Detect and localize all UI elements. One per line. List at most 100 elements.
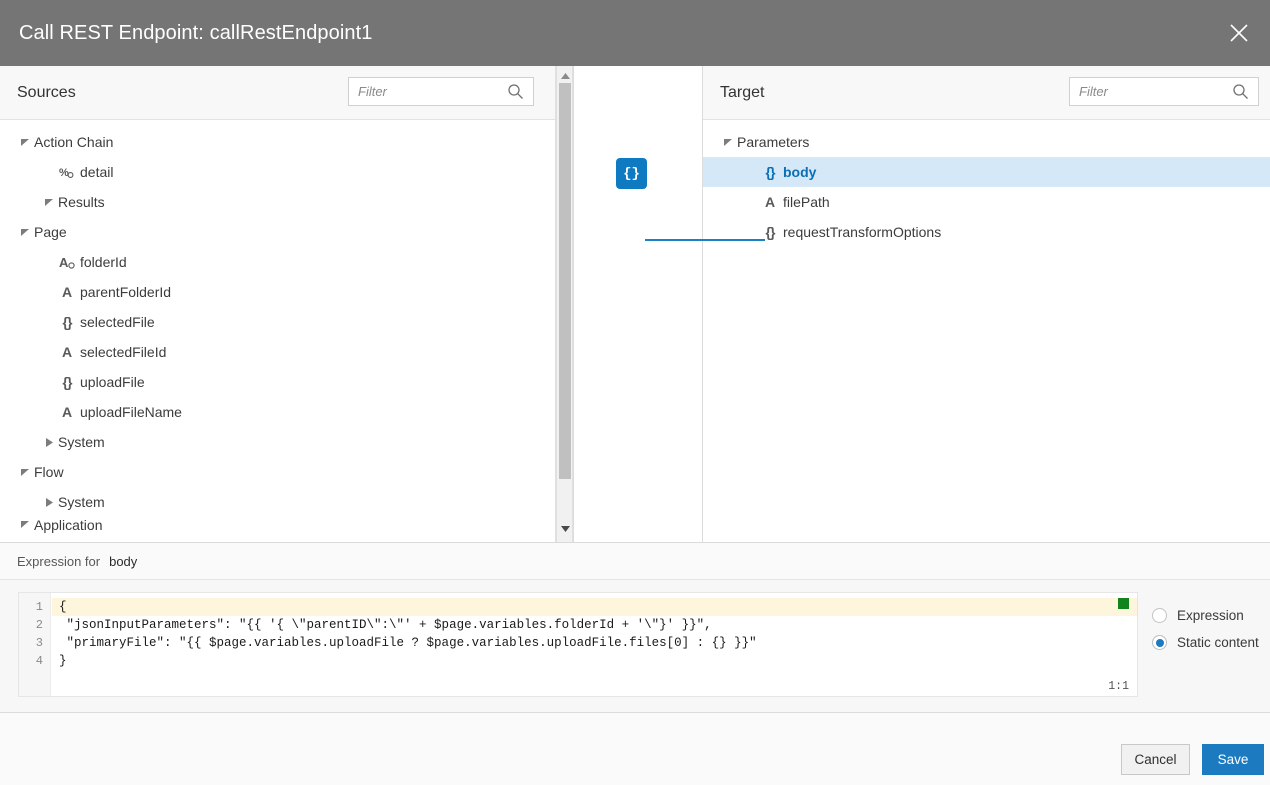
tree-node-label: body	[783, 164, 817, 180]
sources-vertical-scrollbar[interactable]	[556, 66, 573, 542]
twisty-expanded-icon[interactable]	[18, 225, 32, 239]
sources-filter-box[interactable]	[348, 77, 534, 106]
target-filter-box[interactable]	[1069, 77, 1259, 106]
radio-label: Static content	[1177, 635, 1259, 650]
editor-code-line[interactable]: {	[52, 598, 1137, 616]
sources-header: Sources	[0, 66, 555, 120]
scroll-up-arrow-icon[interactable]	[557, 68, 573, 84]
editor-code-line[interactable]: }	[52, 652, 1137, 670]
tree-node-action-chain[interactable]: Action Chain	[0, 127, 555, 157]
close-icon[interactable]	[1218, 12, 1260, 54]
tree-node-label: Results	[58, 194, 105, 210]
radio-button-icon[interactable]	[1152, 635, 1167, 650]
tree-node-results[interactable]: Results	[0, 187, 555, 217]
tree-node-label: folderId	[80, 254, 127, 270]
object-type-icon: {}	[765, 224, 776, 240]
twisty-expanded-icon[interactable]	[18, 517, 32, 531]
tree-node-label: Page	[34, 224, 67, 240]
radio-button-icon[interactable]	[1152, 608, 1167, 623]
object-type-icon: {}	[765, 164, 776, 180]
radio-option-expression[interactable]: Expression	[1152, 602, 1270, 629]
tree-node-label: Application	[34, 517, 103, 533]
tree-node-selectedfile[interactable]: {} selectedFile	[0, 307, 555, 337]
string-type-icon: A	[61, 404, 73, 420]
tree-node-uploadfilename[interactable]: AuploadFileName	[0, 397, 555, 427]
tree-node-label: Flow	[34, 464, 64, 480]
sources-title: Sources	[17, 83, 76, 101]
string-type-icon: A	[61, 284, 73, 300]
search-icon	[1232, 83, 1249, 103]
svg-text:A: A	[59, 255, 69, 270]
editor-line-number: 2	[35, 618, 43, 632]
dialog-title: Call REST Endpoint: callRestEndpoint1	[19, 21, 373, 44]
tree-node-parentfolderid[interactable]: AparentFolderId	[0, 277, 555, 307]
sources-tree: Action Chain% detail Results Page AfolderId A…	[0, 120, 555, 539]
tree-node-filepath[interactable]: AfilePath	[703, 187, 1270, 217]
cancel-button[interactable]: Cancel	[1121, 744, 1190, 775]
tree-node-parameters[interactable]: Parameters	[703, 127, 1270, 157]
sources-tree-scroll[interactable]: Action Chain% detail Results Page AfolderId A…	[0, 120, 555, 542]
twisty-collapsed-icon[interactable]	[42, 495, 56, 509]
scrollbar-thumb[interactable]	[559, 83, 571, 479]
string-type-icon: A	[61, 344, 73, 360]
radio-label: Expression	[1177, 608, 1244, 623]
editor-cursor-position: 1:1	[1108, 680, 1129, 693]
mapping-canvas: {}	[573, 66, 703, 542]
tree-node-flow[interactable]: Flow	[0, 457, 555, 487]
tree-node-label: System	[58, 494, 105, 510]
target-filter-input[interactable]	[1070, 79, 1225, 104]
target-tree: Parameters {} body AfilePath {} requestTransf…	[703, 120, 1270, 247]
target-title: Target	[720, 83, 765, 101]
twisty-collapsed-icon[interactable]	[42, 435, 56, 449]
editor-line-number: 3	[35, 636, 43, 650]
tree-node-uploadfile[interactable]: {} uploadFile	[0, 367, 555, 397]
tree-node-folderid[interactable]: AfolderId	[0, 247, 555, 277]
call-rest-endpoint-dialog: Call REST Endpoint: callRestEndpoint1 So…	[0, 0, 1270, 785]
editor-line-number: 1	[35, 600, 43, 614]
object-type-icon: {}	[62, 314, 73, 330]
target-tree-scroll[interactable]: Parameters {} body AfilePath {} requestTransf…	[703, 120, 1270, 542]
twisty-expanded-icon[interactable]	[18, 135, 32, 149]
radio-option-static-content[interactable]: Static content	[1152, 629, 1270, 656]
twisty-expanded-icon[interactable]	[18, 465, 32, 479]
tree-node-system[interactable]: System	[0, 487, 555, 517]
tree-node-label: System	[58, 434, 105, 450]
twisty-expanded-icon[interactable]	[42, 195, 56, 209]
tree-node-label: detail	[80, 164, 114, 180]
editor-code-line[interactable]: "jsonInputParameters": "{{ '{ \"parentID…	[52, 616, 1137, 634]
tree-node-body[interactable]: {} body	[703, 157, 1270, 187]
search-icon	[507, 83, 524, 103]
dialog-footer: Cancel Save	[0, 712, 1270, 785]
editor-code-content[interactable]: { "jsonInputParameters": "{{ '{ \"parent…	[52, 593, 1137, 670]
tree-node-selectedfileid[interactable]: AselectedFileId	[0, 337, 555, 367]
expression-editor[interactable]: 1 2 3 4 { "jsonInputParameters": "{{ '{ \"p…	[18, 592, 1138, 697]
object-type-icon: {}	[62, 374, 73, 390]
target-header: Target	[703, 66, 1270, 120]
tree-node-detail[interactable]: % detail	[0, 157, 555, 187]
scroll-down-arrow-icon[interactable]	[557, 521, 573, 537]
mapping-source-node[interactable]: {}	[616, 158, 647, 189]
sources-filter-input[interactable]	[349, 79, 504, 104]
tree-node-label: uploadFile	[80, 374, 145, 390]
tree-node-label: selectedFile	[80, 314, 155, 330]
mapping-connector-line	[645, 239, 765, 241]
tree-node-label: Parameters	[737, 134, 810, 150]
expression-mode-radio-group: Expression Static content	[1152, 602, 1270, 656]
tree-node-label: Action Chain	[34, 134, 114, 150]
svg-text:%: %	[59, 167, 69, 179]
tree-node-label: filePath	[783, 194, 830, 210]
string-type-icon: A	[764, 194, 776, 210]
tree-node-application[interactable]: Application	[0, 517, 555, 539]
editor-line-numbers: 1 2 3 4	[19, 593, 51, 696]
expression-for-label: Expression for	[17, 553, 101, 569]
mapper-panes: Sources Action Chain% detail Results Page Af…	[0, 66, 1270, 542]
tree-node-label: selectedFileId	[80, 344, 167, 360]
editor-code-line[interactable]: "primaryFile": "{{ $page.variables.uploa…	[52, 634, 1137, 652]
tree-node-system[interactable]: System	[0, 427, 555, 457]
save-button[interactable]: Save	[1202, 744, 1264, 775]
expression-target-name: body	[109, 553, 138, 569]
tree-node-page[interactable]: Page	[0, 217, 555, 247]
editor-line-number: 4	[35, 654, 43, 668]
twisty-expanded-icon[interactable]	[721, 135, 735, 149]
tree-node-requesttransformoptions[interactable]: {} requestTransformOptions	[703, 217, 1270, 247]
